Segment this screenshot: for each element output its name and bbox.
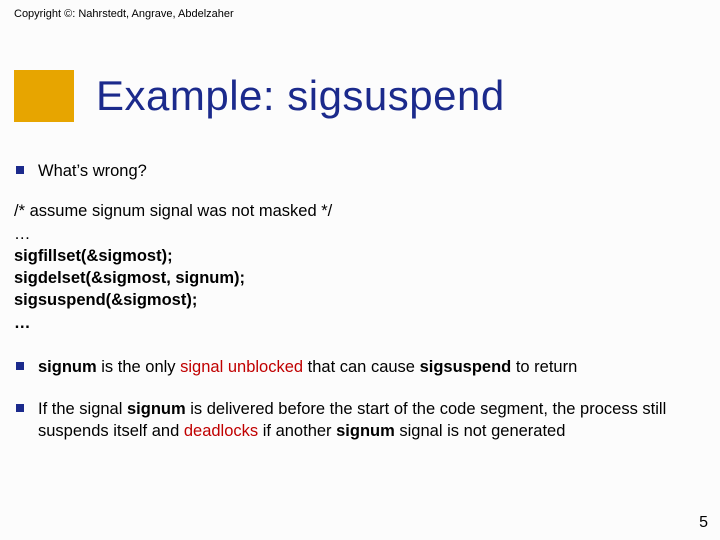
bullet-square-icon bbox=[16, 404, 24, 412]
code-line: sigsuspend(&sigmost); bbox=[14, 289, 706, 311]
text-span: to return bbox=[511, 358, 577, 376]
code-token: signum bbox=[127, 400, 186, 418]
text-span: that can cause bbox=[303, 358, 420, 376]
bullet-2: signum is the only signal unblocked that… bbox=[14, 356, 706, 378]
bullet-square-icon bbox=[16, 166, 24, 174]
text-span: signal is not generated bbox=[395, 422, 566, 440]
highlight-span: signal unblocked bbox=[180, 358, 303, 376]
code-line: … bbox=[14, 312, 706, 334]
text-span: if another bbox=[258, 422, 336, 440]
bullet-1: What’s wrong? bbox=[14, 160, 706, 182]
code-block: /* assume signum signal was not masked *… bbox=[14, 200, 706, 334]
code-line: sigfillset(&sigmost); bbox=[14, 245, 706, 267]
slide-content: What’s wrong? /* assume signum signal wa… bbox=[14, 160, 706, 461]
text-span: is the only bbox=[97, 358, 180, 376]
code-token: signum bbox=[38, 358, 97, 376]
highlight-span: deadlocks bbox=[184, 422, 258, 440]
copyright-text: Copyright ©: Nahrstedt, Angrave, Abdelza… bbox=[14, 8, 234, 20]
code-token: signum bbox=[336, 422, 395, 440]
text-span: If the signal bbox=[38, 400, 127, 418]
code-line: sigdelset(&sigmost, signum); bbox=[14, 267, 706, 289]
page-number: 5 bbox=[699, 514, 708, 532]
code-line: /* assume signum signal was not masked *… bbox=[14, 200, 706, 222]
title-row: Example: sigsuspend bbox=[14, 70, 505, 122]
slide-title: Example: sigsuspend bbox=[96, 72, 505, 120]
accent-block bbox=[14, 70, 74, 122]
code-token: sigsuspend bbox=[420, 358, 512, 376]
bullet-square-icon bbox=[16, 362, 24, 370]
code-line: … bbox=[14, 223, 706, 245]
bullet-2-text: signum is the only signal unblocked that… bbox=[38, 356, 577, 378]
bullet-1-text: What’s wrong? bbox=[38, 160, 147, 182]
bullet-3: If the signal signum is delivered before… bbox=[14, 398, 706, 443]
bullet-3-text: If the signal signum is delivered before… bbox=[38, 398, 706, 443]
